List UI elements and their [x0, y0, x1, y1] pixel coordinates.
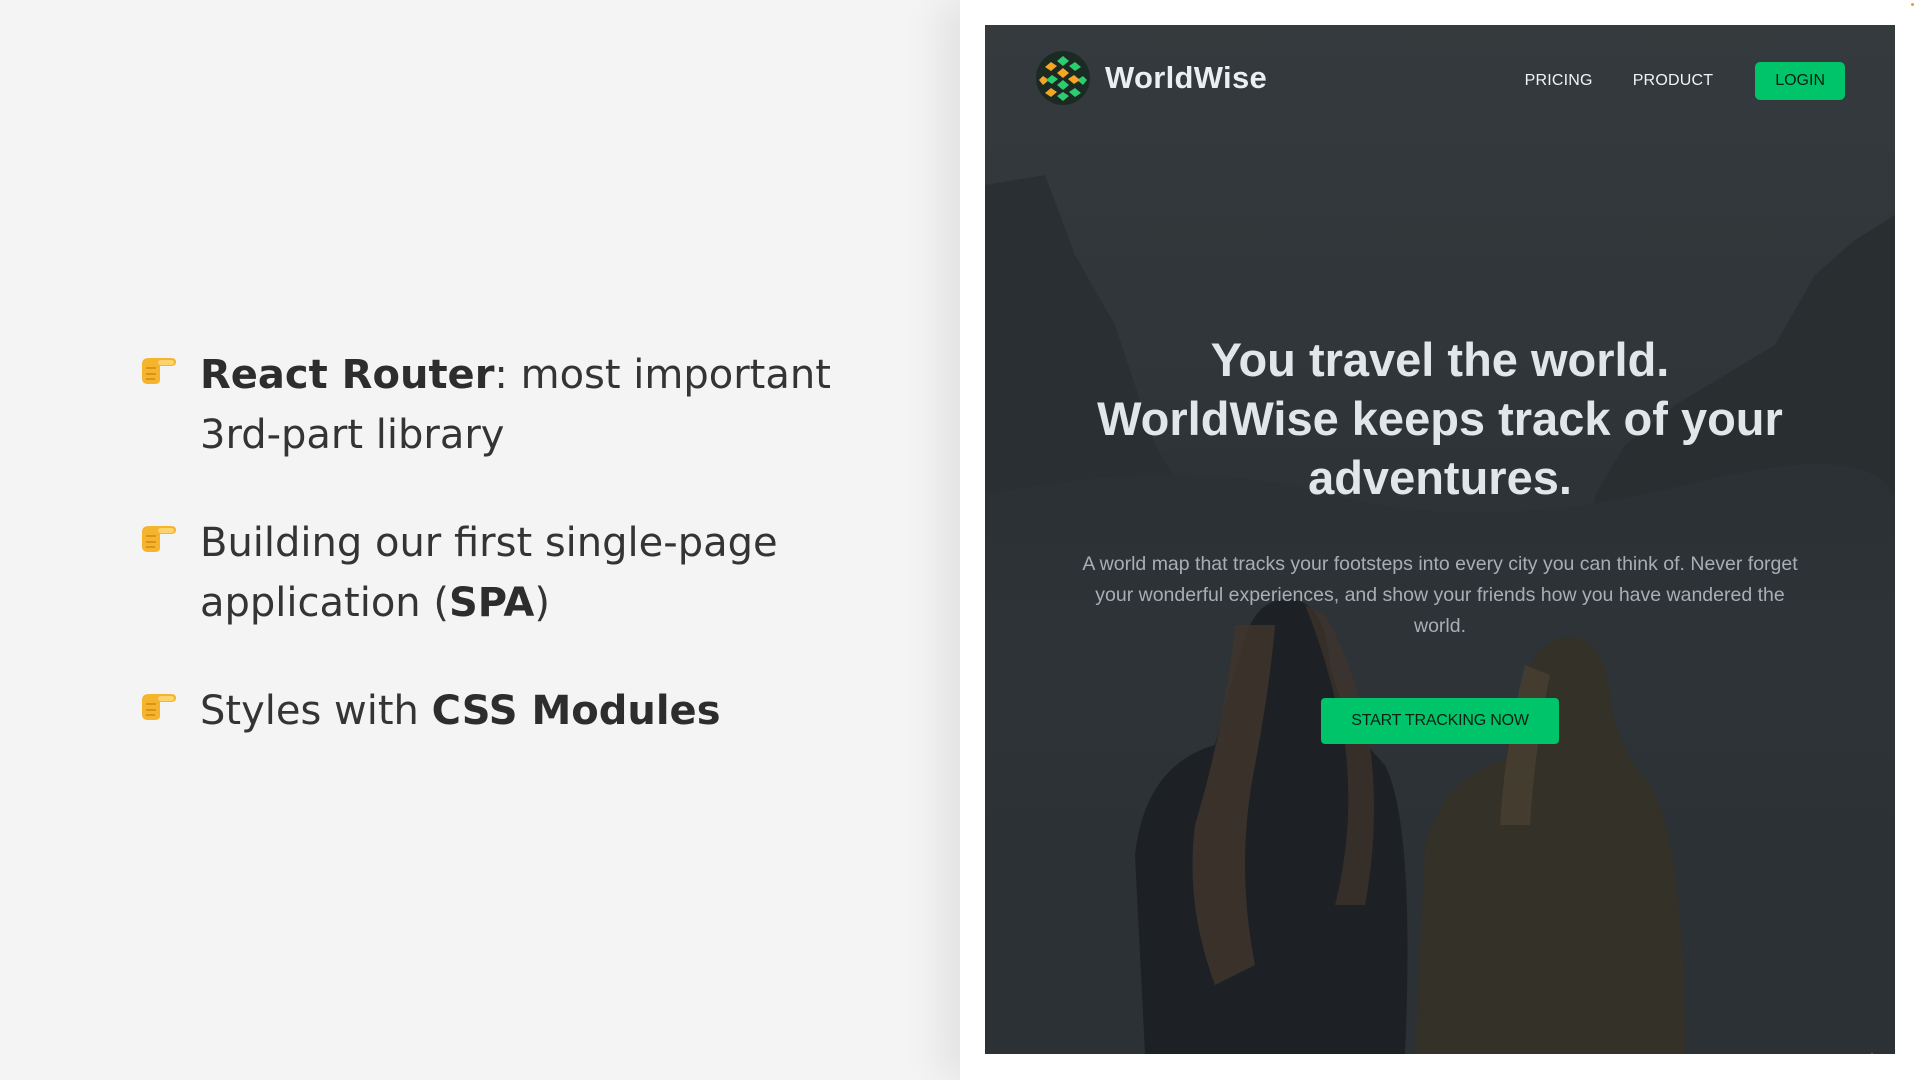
pointing-hand-icon [142, 694, 176, 720]
bullet-item: Building our first single-page applicati… [138, 513, 898, 633]
bullet-item: React Router: most important 3rd-part li… [138, 345, 898, 465]
logo-text: WorldWise [1105, 60, 1268, 95]
bullet-item: Styles with CSS Modules [138, 681, 898, 741]
watermark-logo: Udemy [1850, 1051, 1908, 1071]
start-tracking-button[interactable]: START TRACKING NOW [1321, 698, 1559, 744]
hero-title-line1: You travel the world. [1210, 333, 1670, 386]
app-screenshot-card: WorldWise PRICING PRODUCT LOGIN You trav… [960, 0, 1920, 1080]
login-button[interactable]: LOGIN [1755, 62, 1845, 100]
hero-subtitle: A world map that tracks your footsteps i… [1082, 553, 1798, 637]
bullet-text: Building our first single-page applicati… [200, 520, 778, 626]
app-homepage: WorldWise PRICING PRODUCT LOGIN You trav… [985, 25, 1895, 1054]
bullet-text: Styles with CSS Modules [200, 688, 721, 734]
hero-section: You travel the world. WorldWise keeps tr… [985, 330, 1895, 744]
app-navbar: WorldWise PRICING PRODUCT LOGIN [985, 25, 1895, 135]
worldwise-logo-icon [1036, 51, 1090, 105]
pointing-hand-icon [142, 526, 176, 552]
bullet-text: React Router: most important 3rd-part li… [200, 352, 831, 458]
slide-panel: React Router: most important 3rd-part li… [0, 0, 960, 1080]
pointing-hand-icon [142, 358, 176, 384]
corner-dot [1911, 3, 1914, 6]
hero-title: You travel the world. WorldWise keeps tr… [1080, 330, 1800, 507]
logo[interactable]: WorldWise [1035, 50, 1267, 106]
nav-link-pricing[interactable]: PRICING [1525, 72, 1593, 90]
bullet-list: React Router: most important 3rd-part li… [138, 345, 898, 789]
nav-link-product[interactable]: PRODUCT [1633, 72, 1714, 90]
hero-title-line2: WorldWise keeps track of your adventures… [1097, 392, 1783, 504]
nav-links: PRICING PRODUCT LOGIN [1485, 62, 1845, 100]
